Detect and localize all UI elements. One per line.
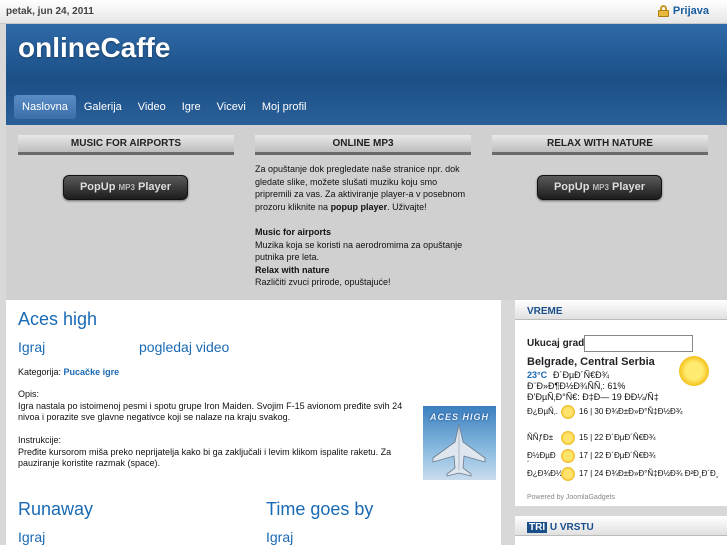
weather-header: VREME <box>515 300 727 320</box>
login-link[interactable]: Prijava <box>657 5 709 17</box>
description-text: Igra nastala po istoimenoj pesmi i spotu… <box>18 400 403 423</box>
sidebar: VREME Ukucaj grad: Belgrade, Central Ser… <box>515 300 727 545</box>
music-feature: MUSIC FOR AIRPORTS ONLINE MP3 RELAX WITH… <box>6 125 727 300</box>
game-thumbnail[interactable]: ACES HIGH <box>423 406 496 480</box>
site-logo[interactable]: onlineCaffe <box>18 32 170 64</box>
game-title[interactable]: Aces high <box>18 309 97 330</box>
category-link[interactable]: Pucačke igre <box>64 367 120 377</box>
jet-icon <box>432 423 486 477</box>
section-title-online-mp3: ONLINE MP3 <box>255 135 471 155</box>
nav-item-video[interactable]: Video <box>130 95 174 119</box>
instructions-text: Pređite kursorom miša preko neprijatelja… <box>18 446 392 469</box>
section-title-nature: RELAX WITH NATURE <box>492 135 708 155</box>
tic-tac-toe-header: TRI U VRSTU <box>515 516 727 536</box>
city-label: Ukucaj grad: <box>527 338 588 349</box>
partly-cloudy-icon <box>561 405 575 419</box>
login-label[interactable]: Prijava <box>673 5 709 17</box>
weather-humidity: Ð¨Ð»Ð¶Ð½Ð¾ÑÑ‚: 61% <box>527 381 626 391</box>
main-nav: Naslovna Galerija Video Igre Vicevi Moj … <box>14 94 314 120</box>
airports-text: Muzika koja se koristi na aerodromima za… <box>255 239 463 263</box>
description-block: Opis: Igra nastala po istoimenoj pesmi i… <box>18 389 408 424</box>
instructions-block: Instrukcije: Pređite kursorom miša preko… <box>18 435 408 470</box>
section-title-airports: MUSIC FOR AIRPORTS <box>18 135 234 155</box>
current-date: petak, jun 24, 2011 <box>6 6 94 17</box>
powered-by-link[interactable]: Powered by JoomlaGadgets <box>527 494 615 501</box>
sunny-icon <box>679 356 709 386</box>
nav-item-galerija[interactable]: Galerija <box>76 95 130 119</box>
airports-title: Music for airports <box>255 226 332 237</box>
watch-video-link[interactable]: pogledaj video <box>139 339 229 355</box>
weather-wind: Ð’ÐµÑ‚Ð°Ñ€: Ð‡Ð— 19 Ð­Ð¼/Ñ‡ <box>527 392 659 402</box>
sunny-icon <box>561 449 575 463</box>
nature-text: Različiti zvuci prirode, opuštajuće! <box>255 277 391 288</box>
game2-title[interactable]: Runaway <box>18 499 93 520</box>
online-mp3-description: Za opuštanje dok pregledate naše stranic… <box>255 164 466 288</box>
logo-text[interactable]: onlineCaffe <box>18 32 170 63</box>
instructions-label: Instrukcije: <box>18 435 62 445</box>
description-label: Opis: <box>18 389 40 399</box>
main-content: Aces high Igraj pogledaj video Kategorij… <box>6 300 501 545</box>
column-divider <box>501 300 515 545</box>
partly-cloudy-icon <box>561 467 575 481</box>
lock-icon <box>657 5 669 17</box>
weather-location: Belgrade, Central Serbia <box>527 356 655 368</box>
weather-widget: VREME Ukucaj grad: Belgrade, Central Ser… <box>515 300 727 506</box>
popup-player-nature-button[interactable]: PopUp MP3 Player <box>537 175 662 200</box>
city-input[interactable] <box>584 335 693 352</box>
site-header: onlineCaffe Naslovna Galerija Video Igre… <box>6 24 727 125</box>
weather-condition: Ð´ÐµÐ´Ñ€Ð¾ <box>553 370 610 380</box>
game3-play-link[interactable]: Igraj <box>266 529 293 545</box>
nature-title: Relax with nature <box>255 264 330 275</box>
play-link[interactable]: Igraj <box>18 339 45 355</box>
popup-player-airports-button[interactable]: PopUp MP3 Player <box>63 175 188 200</box>
sunny-icon <box>561 431 575 445</box>
tic-tac-toe-widget: TRI U VRSTU <box>515 516 727 545</box>
weather-temp: 23°C <box>527 370 548 380</box>
nav-item-moj-profil[interactable]: Moj profil <box>254 95 315 119</box>
top-bar: petak, jun 24, 2011 Prijava <box>0 0 727 24</box>
nav-item-naslovna[interactable]: Naslovna <box>14 95 76 119</box>
game3-title[interactable]: Time goes by <box>266 499 373 520</box>
popup-player-link[interactable]: popup player <box>331 202 388 212</box>
nav-item-vicevi[interactable]: Vicevi <box>209 95 254 119</box>
category-line: Kategorija: Pucačke igre <box>18 367 120 377</box>
nav-item-igre[interactable]: Igre <box>174 95 209 119</box>
game2-play-link[interactable]: Igraj <box>18 529 45 545</box>
